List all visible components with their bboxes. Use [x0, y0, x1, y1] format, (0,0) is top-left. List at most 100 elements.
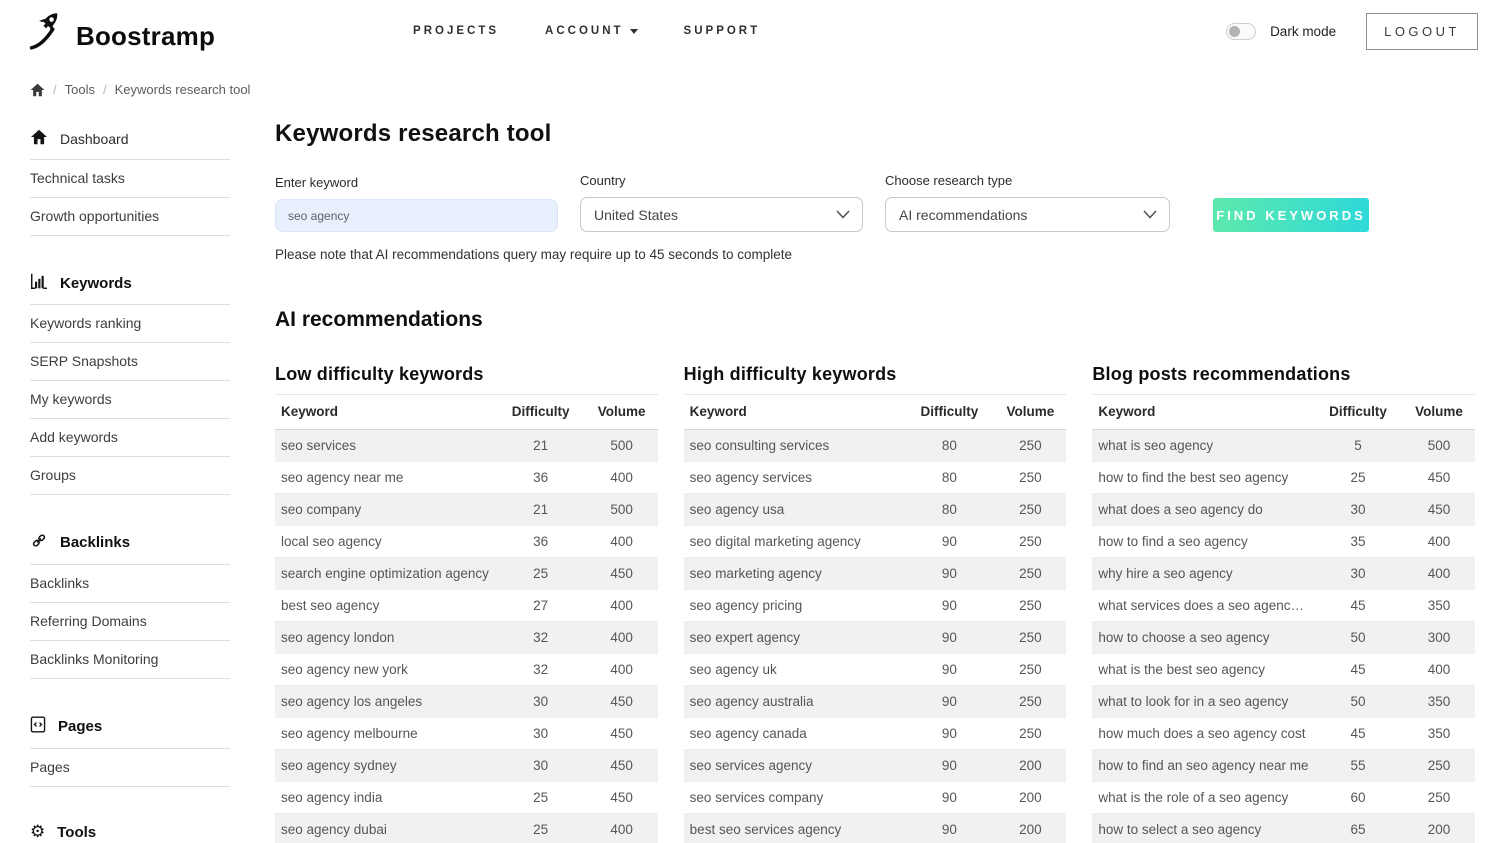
table-row: best seo agency27400 [275, 590, 658, 622]
research-type-select-value: AI recommendations [899, 207, 1027, 223]
high-difficulty-table: High difficulty keywords Keyword Difficu… [684, 364, 1067, 843]
results-tables: Low difficulty keywords Keyword Difficul… [275, 364, 1475, 843]
sidebar-section-tools[interactable]: ⚙ Tools [30, 814, 230, 843]
difficulty-cell: 90 [904, 558, 992, 590]
difficulty-cell: 80 [904, 430, 992, 462]
page-title: Keywords research tool [275, 120, 1475, 148]
home-icon [30, 129, 48, 148]
country-select[interactable]: United States [580, 197, 863, 232]
difficulty-cell: 30 [1313, 494, 1401, 526]
difficulty-cell: 32 [496, 654, 584, 686]
top-bar: Boostramp PROJECTS ACCOUNT SUPPORT Dark … [0, 0, 1500, 56]
sidebar-item-my-keywords[interactable]: My keywords [30, 381, 230, 419]
keyword-cell: seo consulting services [684, 430, 905, 462]
volume-cell: 400 [584, 462, 658, 494]
keyword-cell: seo agency usa [684, 494, 905, 526]
table-row: what is the best seo agency45400 [1092, 654, 1475, 686]
difficulty-cell: 80 [904, 494, 992, 526]
keyword-cell: seo services [275, 430, 496, 462]
table-row: what services does a seo agency offer453… [1092, 590, 1475, 622]
toggle-knob [1229, 26, 1240, 37]
brand-logo[interactable]: Boostramp [28, 9, 215, 53]
column-header-difficulty: Difficulty [496, 395, 584, 430]
sidebar-section-keywords[interactable]: Keywords [30, 263, 230, 305]
keyword-cell: how to choose a seo agency [1092, 622, 1313, 654]
top-right-controls: Dark mode LOGOUT [1226, 13, 1478, 50]
keyword-cell: seo agency near me [275, 462, 496, 494]
difficulty-cell: 90 [904, 750, 992, 782]
table-row: seo agency australia90250 [684, 686, 1067, 718]
difficulty-cell: 21 [496, 430, 584, 462]
difficulty-cell: 90 [904, 590, 992, 622]
volume-cell: 450 [1401, 494, 1475, 526]
page-code-icon [30, 716, 46, 737]
volume-cell: 500 [584, 430, 658, 462]
sidebar-item-dashboard[interactable]: Dashboard [30, 119, 230, 160]
difficulty-cell: 45 [1313, 718, 1401, 750]
dark-mode-label: Dark mode [1270, 24, 1336, 39]
difficulty-cell: 25 [496, 558, 584, 590]
sidebar-item-referring-domains[interactable]: Referring Domains [30, 603, 230, 641]
link-icon [30, 532, 48, 553]
sidebar-item-backlinks-monitoring[interactable]: Backlinks Monitoring [30, 641, 230, 679]
table-row: seo digital marketing agency90250 [684, 526, 1067, 558]
logout-button[interactable]: LOGOUT [1366, 13, 1478, 50]
volume-cell: 250 [992, 558, 1066, 590]
table-row: seo agency sydney30450 [275, 750, 658, 782]
sidebar-section-pages[interactable]: Pages [30, 706, 230, 749]
difficulty-cell: 30 [496, 750, 584, 782]
ai-query-note: Please note that AI recommendations quer… [275, 247, 1475, 262]
sidebar-item-pages[interactable]: Pages [30, 749, 230, 787]
keyword-cell: seo agency sydney [275, 750, 496, 782]
breadcrumb-tools[interactable]: Tools [65, 82, 95, 97]
research-type-label: Choose research type [885, 173, 1170, 188]
column-header-volume: Volume [1401, 395, 1475, 430]
sidebar-item-backlinks[interactable]: Backlinks [30, 565, 230, 603]
sidebar-section-backlinks[interactable]: Backlinks [30, 522, 230, 565]
table-row: how to find a seo agency35400 [1092, 526, 1475, 558]
difficulty-cell: 25 [496, 814, 584, 843]
table-header-row: Keyword Difficulty Volume [275, 395, 658, 430]
table-header-row: Keyword Difficulty Volume [1092, 395, 1475, 430]
sidebar-item-technical-tasks[interactable]: Technical tasks [30, 160, 230, 198]
sidebar-item-keywords-ranking[interactable]: Keywords ranking [30, 305, 230, 343]
table-row: how to select a seo agency65200 [1092, 814, 1475, 843]
nav-projects[interactable]: PROJECTS [413, 25, 499, 37]
nav-support[interactable]: SUPPORT [684, 25, 761, 37]
difficulty-cell: 5 [1313, 430, 1401, 462]
chevron-down-icon [836, 210, 850, 219]
find-keywords-button[interactable]: FIND KEYWORDS [1213, 198, 1369, 232]
table-row: seo agency canada90250 [684, 718, 1067, 750]
keyword-input[interactable] [275, 199, 558, 232]
country-select-value: United States [594, 207, 678, 223]
volume-cell: 400 [1401, 558, 1475, 590]
difficulty-cell: 25 [496, 782, 584, 814]
volume-cell: 450 [584, 750, 658, 782]
sidebar-item-groups[interactable]: Groups [30, 457, 230, 495]
keyword-cell: seo agency london [275, 622, 496, 654]
difficulty-cell: 60 [1313, 782, 1401, 814]
sidebar-item-growth-opportunities[interactable]: Growth opportunities [30, 198, 230, 236]
volume-cell: 500 [584, 494, 658, 526]
keyword-cell: seo agency new york [275, 654, 496, 686]
table-row: seo agency services80250 [684, 462, 1067, 494]
home-icon[interactable] [30, 83, 45, 97]
volume-cell: 250 [992, 494, 1066, 526]
table-title: High difficulty keywords [684, 364, 1067, 385]
volume-cell: 500 [1401, 430, 1475, 462]
volume-cell: 450 [584, 718, 658, 750]
keyword-cell: seo marketing agency [684, 558, 905, 590]
dark-mode-toggle[interactable] [1226, 23, 1256, 40]
difficulty-cell: 90 [904, 622, 992, 654]
difficulty-cell: 36 [496, 462, 584, 494]
table-row: seo services21500 [275, 430, 658, 462]
column-header-keyword: Keyword [684, 395, 905, 430]
volume-cell: 450 [584, 558, 658, 590]
sidebar-item-add-keywords[interactable]: Add keywords [30, 419, 230, 457]
volume-cell: 350 [1401, 718, 1475, 750]
research-type-select[interactable]: AI recommendations [885, 197, 1170, 232]
sidebar-item-serp-snapshots[interactable]: SERP Snapshots [30, 343, 230, 381]
table-row: seo company21500 [275, 494, 658, 526]
column-header-difficulty: Difficulty [904, 395, 992, 430]
nav-account[interactable]: ACCOUNT [545, 25, 638, 37]
